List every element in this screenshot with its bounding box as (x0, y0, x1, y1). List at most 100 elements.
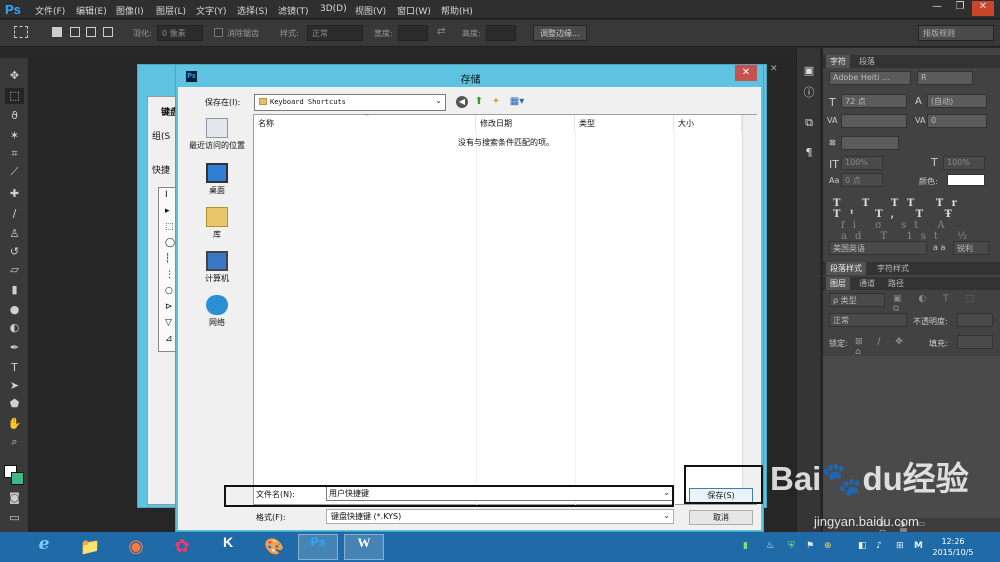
shortcut-row[interactable]: ▽ (165, 318, 172, 328)
browser-icon[interactable]: ◉ (116, 534, 156, 560)
column-type[interactable]: 类型 (575, 115, 674, 131)
menu-view[interactable]: 视图(V) (355, 4, 386, 17)
menu-filter[interactable]: 滤镜(T) (278, 4, 309, 17)
shortcut-row[interactable]: ○ (165, 286, 173, 296)
swap-icon[interactable]: ⇄ (437, 26, 445, 37)
subtract-selection-icon[interactable] (86, 27, 96, 37)
width-input[interactable] (398, 25, 428, 41)
view-menu-icon[interactable]: ▦▾ (508, 96, 526, 108)
blend-mode-select[interactable]: 正常 (829, 313, 907, 327)
place-desktop[interactable]: 桌面 (182, 163, 252, 196)
minimize-icon[interactable]: — (926, 1, 948, 16)
save-in-select[interactable]: Keyboard Shortcuts ⌄ (254, 94, 446, 111)
add-selection-icon[interactable] (70, 27, 80, 37)
brush-tool-icon[interactable]: ∕ (5, 206, 24, 222)
battery-icon[interactable]: ▮ (743, 541, 748, 551)
tab-paragraph-styles[interactable]: 段落样式 (826, 262, 866, 275)
kerning-select[interactable] (841, 114, 907, 128)
security-icon[interactable]: ⛨ (788, 541, 795, 551)
tab-character[interactable]: 字符 (826, 55, 850, 68)
healing-brush-icon[interactable]: ✚ (5, 186, 24, 202)
shortcut-row[interactable]: I (165, 190, 168, 200)
cancel-button[interactable]: 取消 (689, 510, 753, 525)
lasso-tool-icon[interactable]: ϑ (5, 108, 24, 124)
move-tool-icon[interactable]: ✥ (5, 68, 24, 84)
leading-select[interactable]: (自动) (927, 94, 987, 108)
hand-tool-icon[interactable]: ✋ (5, 416, 24, 432)
file-list[interactable]: 名称 ⌃ 修改日期 类型 大小 没有与搜索条件匹配的项。 (253, 113, 757, 505)
shortcut-row[interactable]: ⊿ (165, 334, 173, 344)
back-icon[interactable]: ◀ (456, 96, 468, 108)
menu-select[interactable]: 选择(S) (237, 4, 268, 17)
action-center-icon[interactable]: ⚑ (806, 541, 814, 551)
column-modified[interactable]: 修改日期 (476, 115, 575, 131)
tab-paragraph[interactable]: 段落 (855, 55, 879, 68)
menu-help[interactable]: 帮助(H) (441, 4, 473, 17)
path-select-icon[interactable]: ➤ (5, 378, 24, 394)
update-icon[interactable]: ⊕ (824, 541, 832, 551)
photoshop-taskbar-icon[interactable]: Ps (298, 534, 338, 560)
clone-stamp-icon[interactable]: ♙ (5, 226, 24, 242)
antialias-checkbox[interactable] (214, 28, 223, 37)
pen-tool-icon[interactable]: ✒ (5, 340, 24, 356)
blur-icon[interactable]: ● (5, 302, 24, 318)
opacity-input[interactable] (957, 313, 993, 327)
place-computer[interactable]: 计算机 (182, 251, 252, 284)
font-size-select[interactable]: 72 点 (841, 94, 907, 108)
horizontal-scale-input[interactable]: 100% (943, 156, 985, 170)
font-style-select[interactable]: R (917, 71, 973, 85)
history-brush-icon[interactable]: ↺ (5, 244, 24, 260)
workspace-select[interactable]: 排版规则 (918, 25, 994, 41)
shortcut-row[interactable]: ▸ (165, 206, 170, 216)
volume-icon[interactable]: ♪ (876, 541, 882, 551)
vertical-scrollbar[interactable] (742, 115, 757, 504)
shape-tool-icon[interactable]: ⬟ (5, 396, 24, 412)
clock[interactable]: 12:26 2015/10/5 (928, 536, 978, 558)
info-panel-icon[interactable]: ⓘ (802, 86, 816, 100)
shortcut-row[interactable]: ⋮ (165, 270, 174, 280)
new-folder-icon[interactable]: ✦ (490, 96, 502, 108)
menu-window[interactable]: 窗口(W) (397, 4, 431, 17)
height-input[interactable] (486, 25, 516, 41)
shortcut-row[interactable]: ⬚ (165, 222, 174, 232)
fill-input[interactable] (957, 335, 993, 349)
place-libraries[interactable]: 库 (182, 207, 252, 240)
ie-icon[interactable]: e (24, 534, 64, 560)
tracking-select[interactable]: 0 (927, 114, 987, 128)
network-tray-icon[interactable]: ♨ (766, 541, 774, 551)
vertical-scale-input[interactable]: 100% (841, 156, 883, 170)
history-panel-icon[interactable]: ⧉ (802, 116, 816, 130)
foreground-color-swatch[interactable] (11, 472, 24, 485)
up-folder-icon[interactable]: ⬆ (473, 96, 485, 108)
feather-input[interactable]: 0 像素 (157, 25, 203, 41)
gradient-icon[interactable]: ▮ (5, 282, 24, 298)
photo-app-icon[interactable]: ✿ (162, 534, 202, 560)
menu-type[interactable]: 文字(Y) (196, 4, 227, 17)
keyboard-icon[interactable]: ⊞ (896, 541, 904, 551)
font-family-select[interactable]: Adobe Heiti ... (829, 71, 911, 85)
shortcut-row[interactable]: ⊳ (165, 302, 173, 312)
baseline-input[interactable]: 0 点 (841, 173, 883, 187)
new-selection-icon[interactable] (52, 27, 62, 37)
intersect-selection-icon[interactable] (103, 27, 113, 37)
style-select[interactable]: 正常 (307, 25, 363, 41)
text-color-swatch[interactable] (947, 174, 985, 186)
eraser-icon[interactable]: ▱ (5, 262, 24, 278)
tab-channels[interactable]: 通道 (855, 277, 879, 290)
tab-paths[interactable]: 路径 (884, 277, 908, 290)
marquee-tool-icon[interactable]: ⬚ (5, 88, 24, 104)
shortcut-row[interactable]: ◯ (165, 238, 175, 248)
menu-layer[interactable]: 图层(L) (156, 4, 186, 17)
tsume-select[interactable] (841, 136, 899, 150)
language-select[interactable]: 美国英语 (829, 241, 927, 255)
close-icon[interactable]: ✕ (972, 1, 994, 16)
display-icon[interactable]: ◧ (858, 541, 867, 551)
magic-wand-icon[interactable]: ✶ (5, 128, 24, 144)
place-network[interactable]: 网络 (182, 295, 252, 328)
place-recent[interactable]: 最近访问的位置 (182, 118, 252, 151)
type-tool-icon[interactable]: T (5, 360, 24, 376)
k-app-icon[interactable]: K (208, 534, 248, 560)
screen-mode-icon[interactable]: ▭ (5, 510, 24, 526)
refine-edge-button[interactable]: 调整边缘... (533, 25, 587, 41)
column-size[interactable]: 大小 (674, 115, 742, 131)
